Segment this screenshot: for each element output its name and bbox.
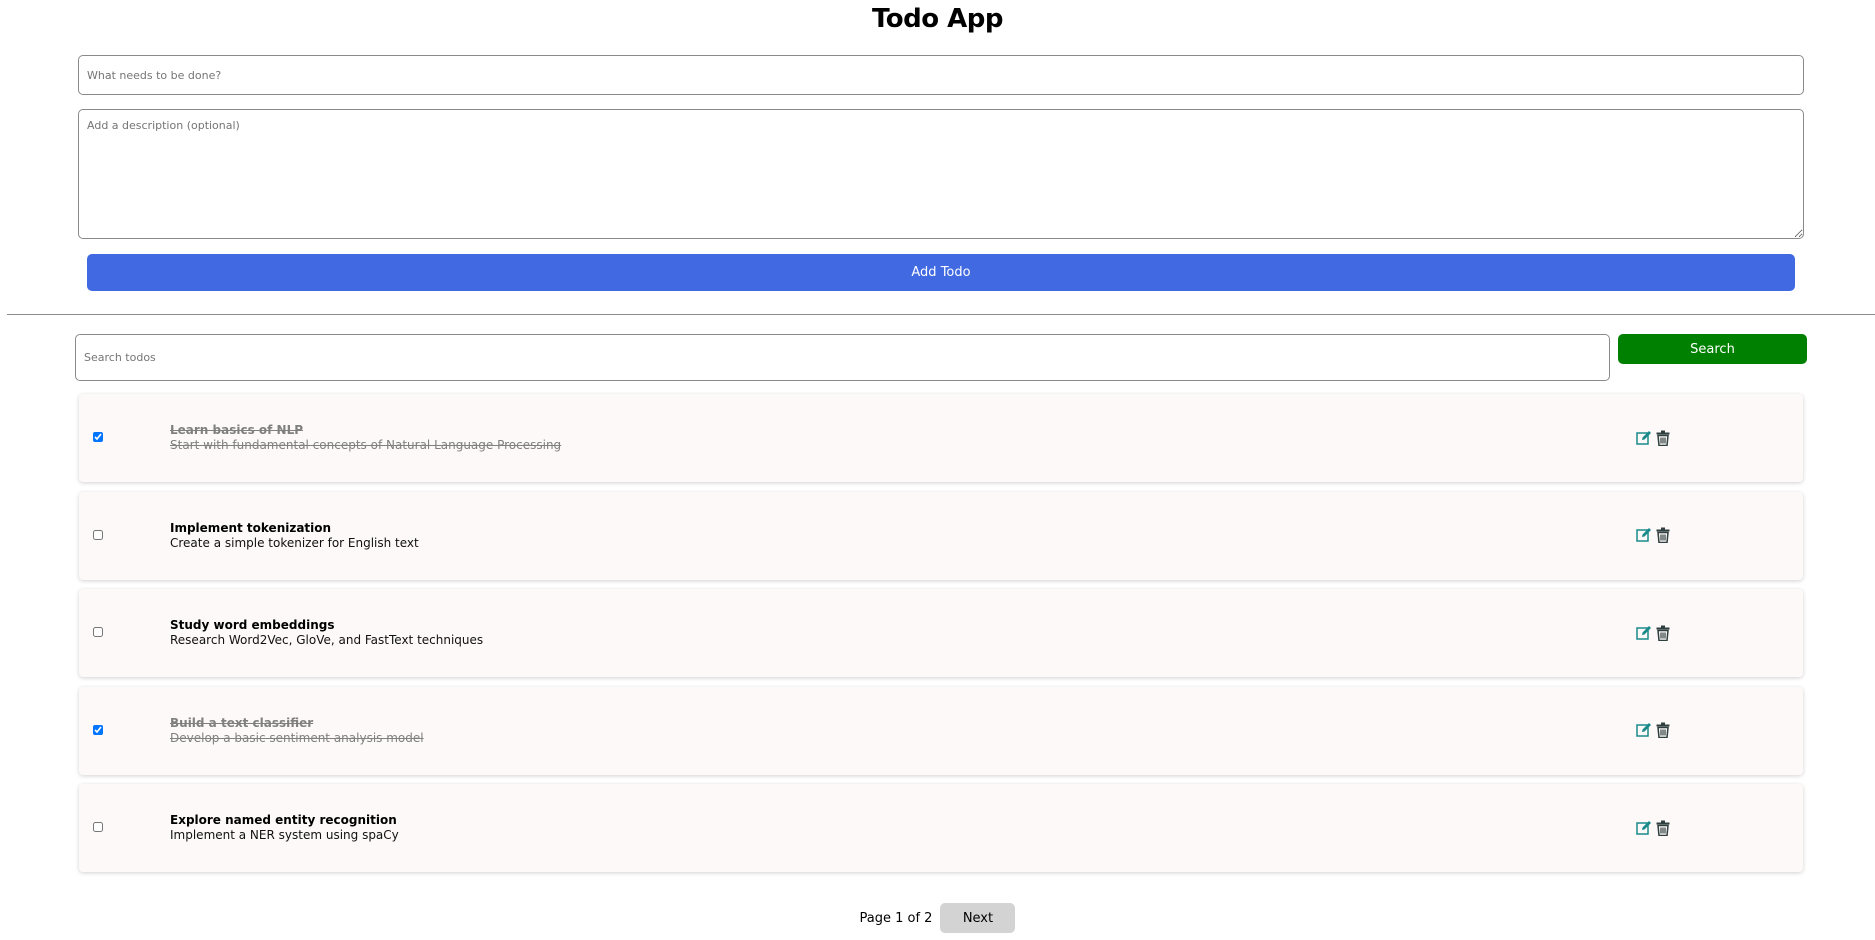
todo-item: Explore named entity recognition Impleme… xyxy=(79,784,1803,872)
todo-description: Implement a NER system using spaCy xyxy=(170,828,399,842)
todo-text: Implement tokenization Create a simple t… xyxy=(170,521,419,551)
edit-icon xyxy=(1635,527,1652,543)
pagination: Page 1 of 2 Next xyxy=(0,903,1875,933)
todo-actions xyxy=(1635,722,1671,739)
page-indicator: Page 1 of 2 xyxy=(859,910,933,926)
trash-icon xyxy=(1656,722,1670,738)
delete-button[interactable] xyxy=(1654,624,1671,641)
todo-complete-checkbox[interactable] xyxy=(93,529,103,540)
edit-button[interactable] xyxy=(1635,527,1652,544)
todo-text: Explore named entity recognition Impleme… xyxy=(170,813,399,843)
todo-actions xyxy=(1635,624,1671,641)
trash-icon xyxy=(1656,527,1670,543)
delete-button[interactable] xyxy=(1654,819,1671,836)
edit-button[interactable] xyxy=(1635,624,1652,641)
todo-description: Start with fundamental concepts of Natur… xyxy=(170,438,562,452)
edit-icon xyxy=(1635,722,1652,738)
todo-complete-checkbox[interactable] xyxy=(93,432,103,442)
todo-title: Study word embeddings xyxy=(170,618,335,632)
todo-actions xyxy=(1635,429,1671,446)
todo-complete-checkbox[interactable] xyxy=(93,822,103,832)
divider xyxy=(7,314,1875,315)
trash-icon xyxy=(1656,625,1670,641)
edit-button[interactable] xyxy=(1635,429,1652,446)
todo-title: Build a text classifier xyxy=(170,715,314,730)
search-input[interactable] xyxy=(75,334,1610,381)
todo-item: Learn basics of NLP Start with fundament… xyxy=(79,394,1803,482)
delete-button[interactable] xyxy=(1654,527,1671,544)
edit-icon xyxy=(1635,625,1652,641)
todo-description: Create a simple tokenizer for English te… xyxy=(170,535,419,550)
todo-item: Study word embeddings Research Word2Vec,… xyxy=(79,589,1803,677)
todo-title: Implement tokenization xyxy=(170,520,332,535)
add-todo-button[interactable]: Add Todo xyxy=(87,254,1795,291)
todo-complete-checkbox[interactable] xyxy=(93,627,103,637)
trash-icon xyxy=(1656,820,1670,836)
todo-item: Implement tokenization Create a simple t… xyxy=(79,491,1803,580)
search-button[interactable]: Search xyxy=(1618,334,1807,364)
todo-complete-checkbox[interactable] xyxy=(93,724,103,735)
todo-list: Learn basics of NLP Start with fundament… xyxy=(79,394,1803,882)
todo-description: Research Word2Vec, GloVe, and FastText t… xyxy=(170,633,484,647)
delete-button[interactable] xyxy=(1654,722,1671,739)
todo-text: Build a text classifier Develop a basic … xyxy=(170,716,424,746)
todo-text: Learn basics of NLP Start with fundament… xyxy=(170,423,561,453)
next-page-button[interactable]: Next xyxy=(940,903,1016,933)
trash-icon xyxy=(1656,430,1670,446)
todo-description-input[interactable] xyxy=(78,109,1804,239)
todo-description: Develop a basic sentiment analysis model xyxy=(170,730,424,745)
todo-item: Build a text classifier Develop a basic … xyxy=(79,686,1803,775)
delete-button[interactable] xyxy=(1654,429,1671,446)
edit-icon xyxy=(1635,430,1652,446)
edit-button[interactable] xyxy=(1635,722,1652,739)
edit-icon xyxy=(1635,820,1652,836)
page-title: Todo App xyxy=(871,4,1004,34)
todo-actions xyxy=(1635,819,1671,836)
todo-title-input[interactable] xyxy=(78,55,1804,95)
todo-title: Learn basics of NLP xyxy=(170,423,304,437)
todo-text: Study word embeddings Research Word2Vec,… xyxy=(170,618,483,648)
edit-button[interactable] xyxy=(1635,819,1652,836)
todo-title: Explore named entity recognition xyxy=(170,813,397,827)
todo-actions xyxy=(1635,527,1671,544)
